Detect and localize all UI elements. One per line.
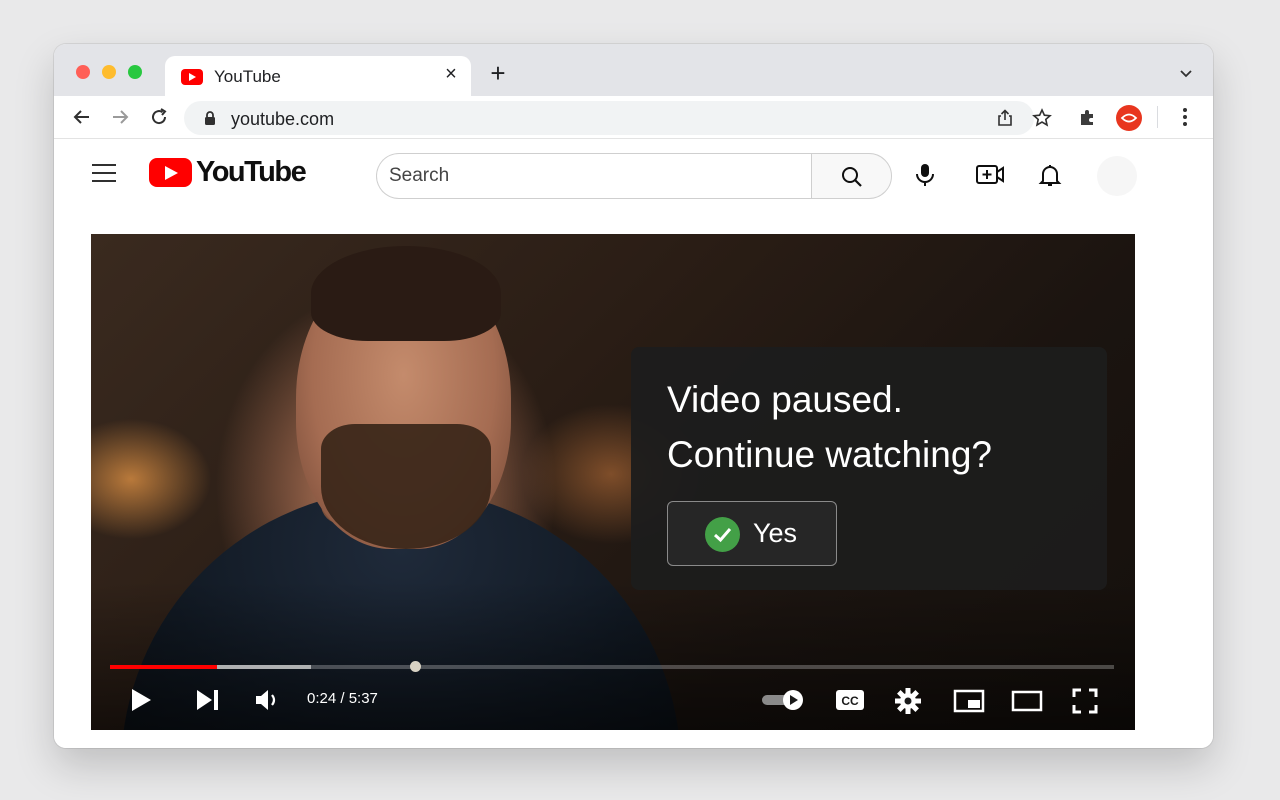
continue-watching-dialog: Video paused. Continue watching? Yes: [631, 347, 1107, 590]
close-window-button[interactable]: [76, 65, 90, 79]
closed-captions-icon[interactable]: CC: [835, 689, 865, 711]
extensions-puzzle-icon[interactable]: [1077, 106, 1099, 128]
create-video-icon[interactable]: [975, 162, 1005, 188]
dialog-message-line-2: Continue watching?: [667, 434, 992, 475]
next-icon[interactable]: [195, 688, 221, 712]
browser-menu-icon[interactable]: [1174, 106, 1196, 128]
tab-title: YouTube: [214, 67, 281, 86]
tab-list-chevron-icon[interactable]: [1179, 66, 1193, 80]
progress-bar[interactable]: [110, 661, 1114, 672]
miniplayer-icon[interactable]: [953, 689, 985, 713]
theater-mode-icon[interactable]: [1011, 690, 1043, 712]
hamburger-menu-icon[interactable]: [92, 164, 116, 182]
yes-button[interactable]: Yes: [667, 501, 837, 566]
url-text[interactable]: youtube.com: [231, 109, 334, 130]
minimize-window-button[interactable]: [102, 65, 116, 79]
tab-close-button[interactable]: ×: [441, 64, 461, 84]
back-arrow-icon[interactable]: [70, 105, 94, 129]
search-box: [376, 153, 811, 199]
toolbar-divider: [1157, 106, 1158, 128]
forward-arrow-icon[interactable]: [108, 105, 132, 129]
progress-played: [110, 665, 218, 669]
search-icon: [842, 167, 862, 187]
eye-icon: [1120, 113, 1138, 123]
search-input[interactable]: [377, 154, 777, 198]
notifications-bell-icon[interactable]: [1037, 162, 1063, 188]
fullscreen-icon[interactable]: [1071, 687, 1099, 715]
check-circle-icon: [705, 517, 740, 552]
progress-marker[interactable]: [410, 661, 421, 672]
search-button[interactable]: [811, 153, 892, 199]
new-tab-button[interactable]: +: [487, 60, 509, 86]
microphone-icon[interactable]: [912, 162, 938, 188]
settings-gear-icon[interactable]: [894, 687, 922, 715]
youtube-header: YouTube: [54, 140, 1213, 208]
reload-icon[interactable]: [147, 105, 171, 129]
share-icon[interactable]: [995, 108, 1015, 128]
dialog-message-line-1: Video paused.: [667, 379, 903, 420]
extension-eye-button[interactable]: [1116, 105, 1142, 131]
time-display: 0:24 / 5:37: [307, 690, 378, 707]
autoplay-toggle[interactable]: [761, 689, 807, 711]
youtube-play-logo-icon: [149, 158, 192, 187]
play-icon[interactable]: [129, 687, 153, 713]
youtube-page: YouTube Search Video paused. Continue wa…: [54, 140, 1213, 748]
browser-toolbar: youtube.com: [54, 96, 1213, 139]
youtube-favicon-icon: [181, 69, 203, 85]
yes-button-label: Yes: [753, 518, 798, 548]
youtube-logo-text: YouTube: [196, 156, 307, 188]
video-player[interactable]: Video paused. Continue watching? Yes 0:2…: [91, 234, 1135, 730]
lock-icon[interactable]: [202, 110, 218, 126]
tab-strip: YouTube × +: [54, 44, 1213, 98]
browser-window: YouTube × + youtube.com YouTube Search V…: [54, 44, 1213, 748]
volume-icon[interactable]: [254, 687, 282, 713]
svg-text:CC: CC: [841, 694, 859, 708]
bookmark-star-icon[interactable]: [1032, 108, 1052, 128]
address-bar[interactable]: youtube.com: [184, 101, 1052, 135]
avatar[interactable]: [1097, 156, 1137, 196]
maximize-window-button[interactable]: [128, 65, 142, 79]
tab-youtube[interactable]: YouTube ×: [165, 56, 471, 98]
